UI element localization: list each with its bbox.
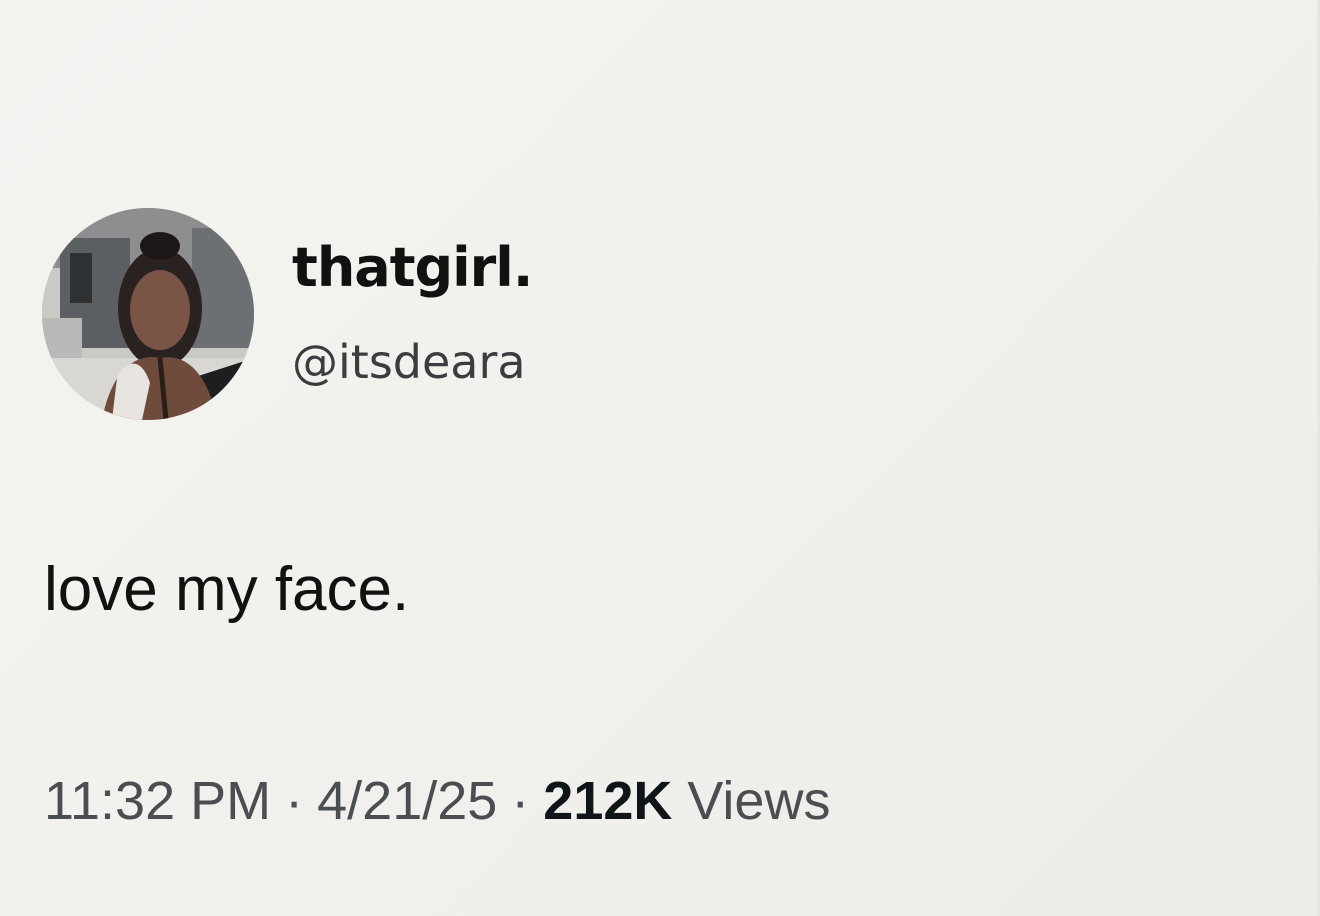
display-name[interactable]: thatgirl.	[292, 236, 533, 300]
user-handle[interactable]: @itsdeara	[292, 334, 526, 390]
avatar[interactable]	[42, 208, 254, 420]
views-label: Views	[687, 771, 831, 831]
views-count[interactable]: 212K	[543, 771, 672, 831]
tweet-card: thatgirl. @itsdeara love my face. 11:32 …	[0, 0, 1320, 916]
meta-separator: ·	[511, 771, 530, 831]
tweet-meta: 11:32 PM · 4/21/25 · 212K Views	[44, 768, 830, 834]
tweet-date[interactable]: 4/21/25	[317, 771, 497, 831]
tweet-text: love my face.	[44, 555, 410, 624]
meta-separator: ·	[285, 771, 304, 831]
tweet-time[interactable]: 11:32 PM	[44, 771, 271, 831]
avatar-photo	[42, 208, 254, 420]
